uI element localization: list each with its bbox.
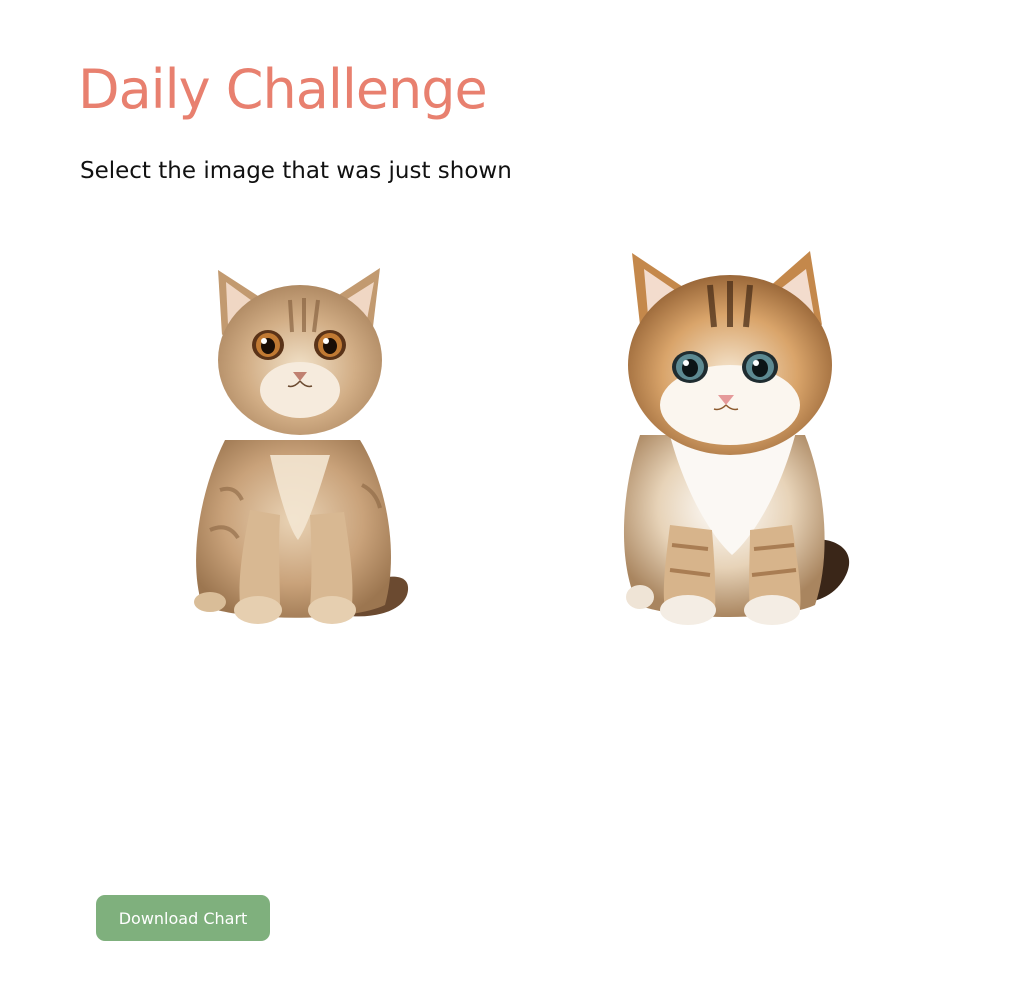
- page-title: Daily Challenge: [78, 58, 488, 121]
- fluffy-kitten-image: [623, 251, 850, 625]
- download-chart-button[interactable]: Download Chart: [96, 895, 270, 941]
- image-option-2[interactable]: [610, 245, 860, 630]
- image-option-1[interactable]: [180, 260, 420, 630]
- tabby-kitten-image: [194, 268, 409, 624]
- instruction-text: Select the image that was just shown: [80, 158, 512, 184]
